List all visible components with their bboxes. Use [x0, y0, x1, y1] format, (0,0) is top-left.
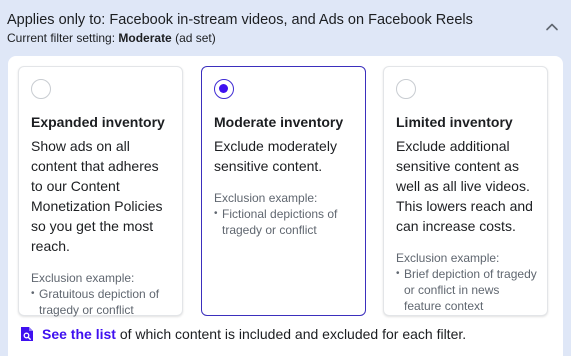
inventory-filter-panel: Expanded inventory Show ads on all conte…: [8, 56, 563, 356]
option-title: Limited inventory: [396, 114, 513, 130]
exclusion-example-label: Exclusion example:: [214, 191, 318, 205]
option-description: Exclude additional sensitive content as …: [396, 138, 533, 234]
option-card-limited[interactable]: Limited inventory Exclude additional sen…: [383, 66, 548, 316]
exclusion-example-list: Fictional depictions of tragedy or confl…: [214, 206, 357, 238]
filter-header: Applies only to: Facebook in-stream vide…: [7, 11, 541, 46]
filter-suffix: (ad set): [175, 31, 216, 45]
footer-text: of which content is included and exclude…: [119, 326, 467, 342]
option-card-moderate[interactable]: Moderate inventory Exclude moderately se…: [201, 66, 366, 316]
filter-value: Moderate: [118, 31, 172, 45]
exclusion-example-label: Exclusion example:: [396, 251, 500, 265]
exclusion-example-item: Gratuitous depiction of tragedy or confl…: [31, 286, 174, 318]
exclusion-example-item: Fictional depictions of tragedy or confl…: [214, 206, 357, 238]
filter-prefix: Current filter setting:: [7, 31, 116, 45]
see-the-list-link[interactable]: See the list: [42, 326, 116, 342]
radio-limited[interactable]: [396, 79, 416, 99]
option-title: Moderate inventory: [214, 114, 344, 130]
radio-expanded[interactable]: [31, 79, 51, 99]
option-description: Exclude moderately sensitive content.: [214, 138, 337, 174]
content-list-footer: See the list of which content is include…: [20, 325, 466, 343]
document-search-icon: [21, 327, 33, 341]
applies-to-text: Applies only to: Facebook in-stream vide…: [7, 12, 473, 28]
exclusion-example-list: Brief depiction of tragedy or conflict i…: [396, 266, 539, 314]
option-description: Show ads on all content that adheres to …: [31, 138, 163, 254]
exclusion-example-label: Exclusion example:: [31, 271, 135, 285]
exclusion-example-list: Gratuitous depiction of tragedy or confl…: [31, 286, 174, 318]
chevron-up-icon[interactable]: [545, 20, 559, 34]
exclusion-example-item: Brief depiction of tragedy or conflict i…: [396, 266, 539, 314]
option-card-expanded[interactable]: Expanded inventory Show ads on all conte…: [18, 66, 183, 318]
current-filter-setting: Current filter setting: Moderate (ad set…: [7, 30, 541, 46]
radio-moderate[interactable]: [214, 79, 234, 99]
option-title: Expanded inventory: [31, 114, 165, 130]
